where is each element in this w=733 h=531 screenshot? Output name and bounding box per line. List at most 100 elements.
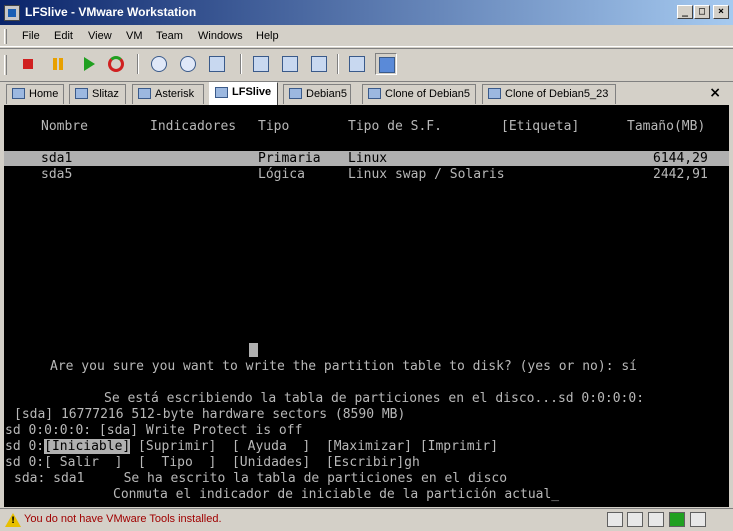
suspend-button[interactable] — [47, 53, 69, 75]
vm-icon — [138, 88, 151, 99]
menu-help[interactable]: Help — [256, 30, 279, 42]
maximize-button[interactable]: □ — [694, 5, 710, 19]
close-tab-icon[interactable]: × — [709, 85, 721, 101]
menu-view[interactable]: View — [88, 30, 112, 42]
sidebar-icon — [253, 56, 269, 72]
vm-icon — [75, 88, 88, 99]
tab-slitaz[interactable]: Slitaz — [69, 84, 126, 104]
menu-line-buttons[interactable]: [Suprimir] [ Ayuda ] [Maximizar] [Imprim… — [130, 439, 498, 454]
warning-icon — [5, 513, 21, 527]
tab-label: Slitaz — [92, 88, 119, 100]
column-header-indicadores: Indicadores — [150, 119, 237, 134]
tab-label: Clone of Debian5_23 — [505, 88, 609, 100]
tab-label: LFSlive — [232, 86, 272, 98]
column-header-nombre: Nombre — [41, 119, 88, 134]
writing-status-line: Se está escribiendo la tabla de particio… — [104, 391, 645, 406]
partition-name[interactable]: sda5 — [41, 167, 72, 183]
home-icon — [12, 88, 25, 99]
title-bar: LFSlive - VMware Workstation _ □ × — [0, 0, 733, 25]
summary-view-button[interactable] — [346, 53, 368, 75]
vm-icon — [289, 88, 302, 99]
toolbar-separator — [337, 54, 339, 74]
tab-label: Clone of Debian5 — [385, 88, 471, 100]
tab-lfslive[interactable]: LFSlive — [209, 82, 278, 105]
toolbar-separator — [240, 54, 242, 74]
tab-label: Debian5 — [306, 88, 347, 100]
tab-label: Home — [29, 88, 59, 100]
vm-icon — [368, 88, 381, 99]
toolbar-grip — [4, 55, 7, 75]
full-screen-icon — [311, 56, 327, 72]
reset-button[interactable] — [105, 53, 127, 75]
vm-console-screen[interactable]: Nombre Indicadores Tipo Tipo de S.F. [Et… — [4, 105, 729, 507]
vmware-app-icon — [4, 5, 20, 21]
menu-team[interactable]: Team — [156, 30, 183, 42]
summary-icon — [349, 56, 365, 72]
status-bar: You do not have VMware Tools installed. — [0, 508, 733, 531]
vm-icon — [488, 88, 501, 99]
kernel-log-line: [sda] 16777216 512-byte hardware sectors… — [14, 407, 406, 422]
menu-bar: File Edit View VM Team Windows Help — [0, 26, 733, 47]
menu-edit[interactable]: Edit — [54, 30, 73, 42]
hard-disk-icon[interactable] — [607, 512, 623, 527]
sound-icon[interactable] — [690, 512, 706, 527]
close-button[interactable]: × — [713, 5, 729, 19]
tab-clone-of-debian5[interactable]: Clone of Debian5 — [362, 84, 476, 104]
snapshot-button[interactable] — [148, 53, 170, 75]
tab-clone-of-debian5-23[interactable]: Clone of Debian5_23 — [482, 84, 616, 104]
quick-switch-icon — [282, 56, 298, 72]
tab-asterisk[interactable]: Asterisk — [132, 84, 204, 104]
console-icon — [379, 57, 395, 73]
power-off-button[interactable] — [17, 53, 39, 75]
menu-line-prefix: sd 0: — [5, 439, 45, 454]
toolbar — [0, 48, 733, 80]
full-screen-button[interactable] — [308, 53, 330, 75]
tab-home[interactable]: Home — [6, 84, 64, 104]
quick-switch-button[interactable] — [279, 53, 301, 75]
tab-debian5[interactable]: Debian5 — [283, 84, 351, 104]
console-view-button[interactable] — [375, 53, 397, 75]
show-sidebar-button[interactable] — [250, 53, 272, 75]
revert-snapshot-button[interactable] — [177, 53, 199, 75]
partition-written-message: sda: sda1 Se ha escrito la tabla de part… — [14, 471, 508, 486]
vm-tabstrip: Home Slitaz Asterisk LFSlive Debian5 Clo… — [0, 81, 733, 105]
partition-fs-type: Linux — [348, 151, 388, 166]
menu-windows[interactable]: Windows — [198, 30, 243, 42]
partition-size: 6144,29 — [653, 151, 708, 166]
resize-grip-icon[interactable] — [711, 512, 727, 527]
menu-line[interactable]: sd 0:[ Salir ] [ Tipo ] [Unidades] [Escr… — [5, 455, 420, 471]
write-confirmation-prompt: Are you sure you want to write the parti… — [50, 359, 637, 374]
pause-icon — [53, 58, 63, 70]
column-header-tamano: Tamaño(MB) — [627, 119, 706, 134]
partition-type: Primaria — [258, 151, 321, 166]
play-icon — [84, 57, 95, 71]
snapshot-icon — [151, 56, 167, 72]
toolbar-separator — [137, 54, 139, 74]
column-header-etiqueta: [Etiqueta] — [501, 119, 580, 134]
kernel-log-line: sd 0:0:0:0: [sda] Write Protect is off — [5, 423, 303, 438]
power-on-button[interactable] — [77, 53, 99, 75]
column-header-tipo-sf: Tipo de S.F. — [348, 119, 442, 134]
column-header-tipo: Tipo — [258, 119, 290, 134]
partition-type: Lógica — [258, 167, 305, 182]
menu-grip — [4, 29, 7, 44]
cdrom-icon[interactable] — [627, 512, 643, 527]
floppy-icon[interactable] — [648, 512, 664, 527]
help-text: Conmuta el indicador de iniciable de la … — [113, 487, 560, 502]
iniciable-button[interactable]: [Iniciable] — [44, 439, 131, 454]
snapshot-manager-button[interactable] — [206, 53, 228, 75]
menu-vm[interactable]: VM — [126, 30, 143, 42]
vmware-tools-message[interactable]: You do not have VMware Tools installed. — [24, 513, 222, 525]
tab-label: Asterisk — [155, 88, 195, 100]
stop-icon — [23, 59, 33, 69]
partition-size: 2442,91 — [653, 167, 708, 182]
menu-file[interactable]: File — [22, 30, 40, 42]
network-adapter-icon[interactable] — [669, 512, 685, 527]
vm-icon — [215, 87, 228, 98]
partition-fs-type: Linux swap / Solaris — [348, 167, 505, 182]
partition-name[interactable]: sda1 — [41, 151, 72, 167]
snapshot-manager-icon — [209, 56, 225, 72]
minimize-button[interactable]: _ — [677, 5, 693, 19]
menu-line: sd 0:[Iniciable] [Suprimir] [ Ayuda ] [M… — [5, 439, 498, 455]
reset-icon — [108, 56, 124, 72]
